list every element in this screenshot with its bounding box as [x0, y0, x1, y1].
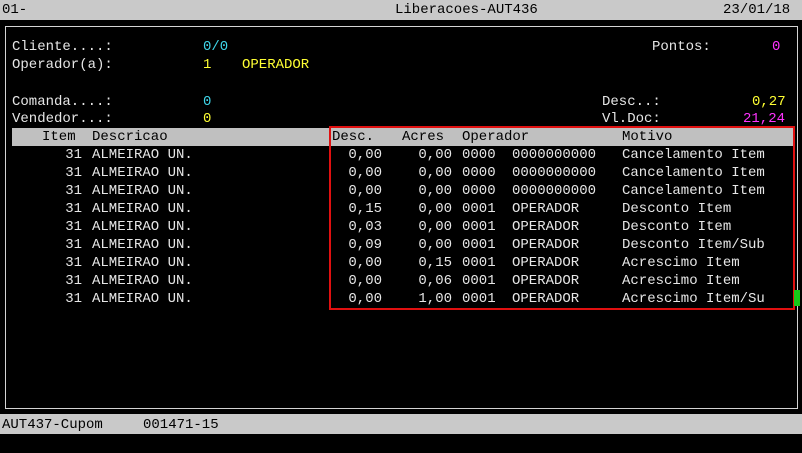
- operador-code[interactable]: 1: [203, 56, 211, 74]
- cell-item: 31: [65, 147, 82, 163]
- window-title: Liberacoes-AUT436: [395, 2, 538, 18]
- cell-descricao: ALMEIRAO UN.: [92, 291, 193, 307]
- col-descricao: Descricao: [92, 129, 168, 145]
- title-date: 23/01/18: [723, 2, 791, 18]
- cell-item: 31: [65, 291, 82, 307]
- cell-item: 31: [65, 183, 82, 199]
- cell-item: 31: [65, 219, 82, 235]
- cliente-label: Cliente....:: [12, 39, 113, 55]
- vendedor-label: Vendedor...:: [12, 111, 113, 127]
- vendedor-value[interactable]: 0: [203, 110, 211, 128]
- cell-item: 31: [65, 165, 82, 181]
- pontos-value: 0: [772, 39, 781, 55]
- cell-descricao: ALMEIRAO UN.: [92, 219, 193, 235]
- cell-item: 31: [65, 201, 82, 217]
- cell-descricao: ALMEIRAO UN.: [92, 255, 193, 271]
- operador-label: Operador(a):: [12, 57, 113, 73]
- status-program: AUT437-Cupom: [2, 417, 103, 433]
- desc-value: 0,27: [752, 94, 786, 110]
- title-bar: 01- Liberacoes-AUT436 23/01/18: [0, 0, 802, 20]
- cell-item: 31: [65, 273, 82, 289]
- cell-item: 31: [65, 255, 82, 271]
- cell-descricao: ALMEIRAO UN.: [92, 165, 193, 181]
- status-code: 001471-15: [143, 417, 219, 433]
- desc-label: Desc..:: [602, 94, 661, 110]
- cell-descricao: ALMEIRAO UN.: [92, 237, 193, 253]
- cell-descricao: ALMEIRAO UN.: [92, 183, 193, 199]
- cell-descricao: ALMEIRAO UN.: [92, 147, 193, 163]
- cell-descricao: ALMEIRAO UN.: [92, 201, 193, 217]
- col-item: Item: [42, 129, 76, 145]
- text-cursor: [794, 290, 800, 306]
- screen-id: 01-: [2, 2, 28, 18]
- pontos-label: Pontos:: [652, 39, 711, 55]
- operador-name: OPERADOR: [242, 57, 310, 73]
- comanda-label: Comanda....:: [12, 94, 113, 110]
- cell-descricao: ALMEIRAO UN.: [92, 273, 193, 289]
- comanda-value[interactable]: 0: [203, 93, 211, 111]
- cell-item: 31: [65, 237, 82, 253]
- cliente-value[interactable]: 0/0: [203, 38, 228, 56]
- status-bar: AUT437-Cupom 001471-15: [0, 414, 802, 434]
- highlight-box: [329, 126, 795, 310]
